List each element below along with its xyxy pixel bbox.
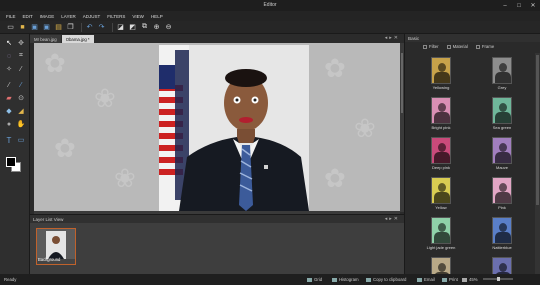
menu-file[interactable]: FILE bbox=[6, 14, 16, 19]
preset-thumbnail[interactable] bbox=[431, 217, 451, 244]
layer-panel-controls[interactable]: ◂▸✕ bbox=[385, 216, 400, 222]
preset-thumbnail[interactable] bbox=[492, 137, 512, 164]
basic-panel: Basic Filter Material Frame Yellowing Gre… bbox=[404, 34, 540, 284]
crop-icon[interactable]: ⌗ bbox=[16, 51, 26, 61]
layer-panel: Layer List View ◂▸✕ Background bbox=[30, 214, 404, 275]
tab-material[interactable]: Material bbox=[446, 44, 468, 49]
menu-help[interactable]: HELP bbox=[151, 14, 163, 19]
grid-button[interactable]: Grid bbox=[307, 277, 322, 282]
preset-label: Pink bbox=[498, 205, 506, 210]
window-title: Editor bbox=[263, 2, 277, 8]
blur-icon[interactable]: ● bbox=[4, 119, 14, 129]
zoom-out-icon[interactable]: ⊖ bbox=[164, 23, 173, 32]
tools-panel: ↖ ✥ ◌ ⌗ ✧ ⁄ ⁄ ⁄ ▰ ⊙ ◆ ◢ ● ✋ T ▭ bbox=[0, 34, 30, 274]
pencil-icon[interactable]: ⁄ bbox=[16, 80, 26, 90]
zoom-in-icon[interactable]: ⊕ bbox=[152, 23, 161, 32]
tab-obama[interactable]: Obama.jpg * bbox=[61, 35, 94, 43]
copy-to-clipboard-button[interactable]: Copy to clipboard bbox=[366, 277, 406, 282]
foreground-color-swatch[interactable] bbox=[6, 157, 16, 167]
preset-thumbnail[interactable] bbox=[431, 177, 451, 204]
tab-filter[interactable]: Filter bbox=[423, 44, 439, 49]
preset-thumbnail[interactable] bbox=[492, 177, 512, 204]
flip-icon[interactable]: ◪ bbox=[116, 23, 125, 32]
preset-label: Mauve bbox=[495, 165, 508, 170]
resize-icon[interactable]: ⧉ bbox=[140, 23, 149, 32]
preset-thumbnail[interactable] bbox=[431, 137, 451, 164]
basic-tabs: Filter Material Frame bbox=[423, 44, 502, 49]
brush-icon[interactable]: ⁄ bbox=[4, 80, 14, 90]
preset-thumbnail[interactable] bbox=[492, 57, 512, 84]
clone-icon[interactable]: ⊙ bbox=[16, 93, 26, 103]
tab-mr-bean[interactable]: Mr bean.jpg bbox=[30, 35, 61, 43]
preset-label: Yellowing bbox=[432, 85, 450, 90]
preset-label: Nattierblue bbox=[492, 245, 512, 250]
layer-label: Background bbox=[38, 257, 61, 262]
preset-label: Yellow bbox=[435, 205, 447, 210]
redo-icon[interactable]: ↷ bbox=[97, 23, 106, 32]
menu-filters[interactable]: FILTERS bbox=[107, 14, 125, 19]
preset-label: Bright pink bbox=[431, 125, 451, 130]
tab-controls[interactable]: ◂▸✕ bbox=[385, 35, 400, 41]
open-folder-icon[interactable]: ■ bbox=[18, 23, 27, 32]
magic-wand-icon[interactable]: ✧ bbox=[4, 64, 14, 74]
save-icon[interactable]: ▣ bbox=[30, 23, 39, 32]
email-button[interactable]: Email bbox=[417, 277, 435, 282]
zoom-slider-handle[interactable] bbox=[497, 277, 500, 281]
layer-panel-title: Layer List View bbox=[30, 215, 404, 223]
preset-grid: Yellowing Grey Bright pink Sea green Deep pi… bbox=[405, 53, 535, 284]
maximize-icon[interactable]: □ bbox=[512, 0, 526, 11]
move-icon[interactable]: ✥ bbox=[16, 38, 26, 48]
copy-icon[interactable]: ❐ bbox=[66, 23, 75, 32]
menu-adjust[interactable]: ADJUST bbox=[83, 14, 101, 19]
zoom-level: 45% bbox=[462, 277, 478, 282]
document-area: Mr bean.jpg Obama.jpg * ◂▸✕ ✿ ❀ ✿ ❀ ✿ ❀ … bbox=[30, 34, 404, 214]
canvas-background: ✿ ❀ ✿ ❀ ✿ ❀ ✿ bbox=[34, 43, 400, 212]
menu-layer[interactable]: LAYER bbox=[61, 14, 75, 19]
preset-thumbnail[interactable] bbox=[431, 97, 451, 124]
preset-thumbnail[interactable] bbox=[431, 57, 451, 84]
basic-panel-scrollbar[interactable] bbox=[535, 53, 540, 274]
portrait-image bbox=[159, 45, 309, 211]
zoom-slider[interactable] bbox=[483, 277, 513, 281]
close-icon[interactable]: ✕ bbox=[526, 0, 540, 11]
shape-icon[interactable]: ▭ bbox=[16, 135, 26, 145]
preset-label: Grey bbox=[497, 85, 507, 90]
save-as-icon[interactable]: ▣ bbox=[42, 23, 51, 32]
eraser-icon[interactable]: ▰ bbox=[4, 93, 14, 103]
preset-label: Deep pink bbox=[431, 165, 450, 170]
menu-view[interactable]: VIEW bbox=[132, 14, 144, 19]
basic-panel-title: Basic bbox=[405, 34, 540, 42]
layer-thumbnail-image bbox=[37, 229, 75, 259]
preset-label: Light jade green bbox=[426, 245, 456, 250]
smudge-icon[interactable]: ✋ bbox=[16, 119, 26, 129]
menu-edit[interactable]: EDIT bbox=[23, 14, 33, 19]
text-icon[interactable]: T bbox=[4, 135, 14, 145]
preset-thumbnail[interactable] bbox=[492, 217, 512, 244]
preset-thumbnail[interactable] bbox=[492, 97, 512, 124]
lasso-icon[interactable]: ◌ bbox=[4, 51, 14, 61]
gradient-icon[interactable]: ◢ bbox=[16, 106, 26, 116]
eyedropper-icon[interactable]: ⁄ bbox=[16, 64, 26, 74]
preset-label: Sea green bbox=[492, 125, 512, 130]
status-bar: Ready Grid Histogram Copy to clipboard E… bbox=[0, 274, 540, 285]
minimize-icon[interactable]: – bbox=[498, 0, 512, 11]
histogram-button[interactable]: Histogram bbox=[332, 277, 359, 282]
status-ready: Ready bbox=[4, 277, 17, 282]
select-arrow-icon[interactable]: ↖ bbox=[4, 38, 14, 48]
menu-bar: FILE EDIT IMAGE LAYER ADJUST FILTERS VIE… bbox=[0, 11, 540, 21]
tab-frame[interactable]: Frame bbox=[475, 44, 494, 49]
menu-image[interactable]: IMAGE bbox=[40, 14, 55, 19]
fill-bucket-icon[interactable]: ◆ bbox=[4, 106, 14, 116]
canvas-photo[interactable] bbox=[159, 45, 309, 211]
toolbar: ▭ ■ ▣ ▣ ▤ ❐ ↶ ↷ ◪ ◩ ⧉ ⊕ ⊖ bbox=[0, 21, 540, 34]
undo-icon[interactable]: ↶ bbox=[85, 23, 94, 32]
title-bar: Editor – □ ✕ bbox=[0, 0, 540, 11]
print-button[interactable]: Print bbox=[442, 277, 458, 282]
new-file-icon[interactable]: ▭ bbox=[6, 23, 15, 32]
image-icon[interactable]: ▤ bbox=[54, 23, 63, 32]
rotate-icon[interactable]: ◩ bbox=[128, 23, 137, 32]
